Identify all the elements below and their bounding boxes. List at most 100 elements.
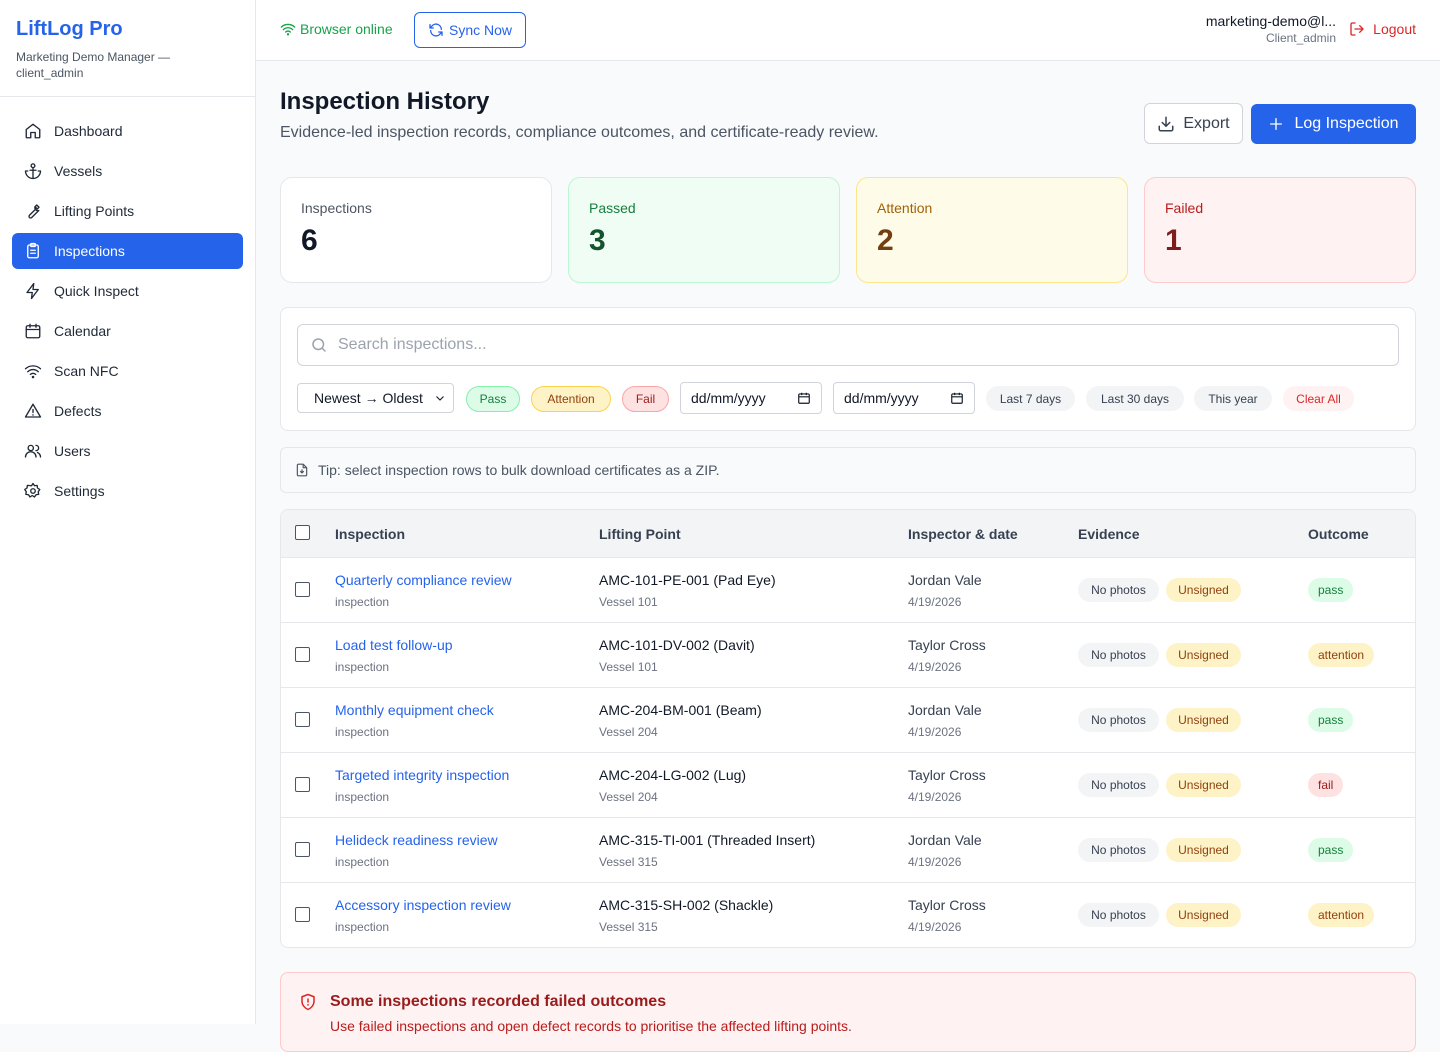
table-row[interactable]: Accessory inspection review inspection A…	[281, 883, 1415, 947]
outcome-badge: attention	[1308, 643, 1375, 667]
table-row[interactable]: Targeted integrity inspection inspection…	[281, 753, 1415, 818]
inspection-link[interactable]: Targeted integrity inspection	[335, 767, 509, 783]
wrench-icon	[28, 204, 40, 219]
lifting-point: AMC-315-TI-001 (Threaded Insert)	[599, 832, 816, 848]
vessel: Vessel 204	[599, 790, 658, 804]
connection-status: Browser online	[280, 21, 393, 37]
sidebar-item-label: Users	[54, 443, 91, 459]
signature-badge: Unsigned	[1166, 903, 1241, 927]
user-role: Client_admin	[1265, 31, 1336, 45]
bolt-icon	[26, 282, 39, 300]
inspection-date: 4/19/2026	[908, 790, 962, 804]
column-header-outcome[interactable]: Outcome	[1308, 526, 1369, 542]
inspection-type: inspection	[335, 855, 390, 869]
photos-badge: No photos	[1078, 838, 1159, 862]
sidebar-item-users[interactable]: Users	[12, 433, 243, 469]
lifting-point: AMC-315-SH-002 (Shackle)	[599, 897, 774, 913]
file-download-icon	[296, 463, 308, 477]
inspection-link[interactable]: Monthly equipment check	[335, 702, 494, 718]
row-checkbox[interactable]	[295, 842, 310, 857]
sidebar-item-dashboard[interactable]: Dashboard	[12, 113, 243, 149]
logout-button[interactable]: Logout	[1349, 21, 1416, 37]
sidebar-item-vessels[interactable]: Vessels	[12, 153, 243, 189]
row-checkbox[interactable]	[295, 777, 310, 792]
page-title: Inspection History	[280, 88, 490, 115]
filter-chip-attention[interactable]: Attention	[531, 386, 611, 412]
inspection-link[interactable]: Quarterly compliance review	[335, 572, 512, 588]
inspection-date: 4/19/2026	[908, 595, 962, 609]
outcome-badge: attention	[1308, 903, 1375, 927]
photos-badge: No photos	[1078, 578, 1159, 602]
calendar-icon[interactable]	[797, 391, 811, 405]
inspection-date: 4/19/2026	[908, 725, 962, 739]
export-button[interactable]: Export	[1144, 103, 1243, 144]
topbar: Browser online Sync Now marketing-demo@l…	[256, 0, 1440, 61]
sync-now-button[interactable]: Sync Now	[414, 12, 526, 48]
row-checkbox[interactable]	[295, 647, 310, 662]
sidebar-item-label: Scan NFC	[54, 363, 119, 379]
this-year-button[interactable]: This year	[1194, 386, 1272, 411]
stat-value: 3	[589, 224, 606, 257]
logout-label: Logout	[1373, 21, 1416, 37]
clear-all-button[interactable]: Clear All	[1283, 386, 1354, 411]
sidebar-item-label: Quick Inspect	[54, 283, 139, 299]
signature-badge: Unsigned	[1166, 578, 1241, 602]
column-header-lifting-point[interactable]: Lifting Point	[599, 526, 681, 542]
stat-card-passed: Passed 3	[568, 177, 840, 283]
inspection-link[interactable]: Helideck readiness review	[335, 832, 498, 848]
inspector: Taylor Cross	[908, 767, 986, 783]
stat-card-inspections: Inspections 6	[280, 177, 552, 283]
sidebar-item-defects[interactable]: Defects	[12, 393, 243, 429]
table-row[interactable]: Monthly equipment check inspection AMC-2…	[281, 688, 1415, 753]
inspection-link[interactable]: Accessory inspection review	[335, 897, 511, 913]
app-title[interactable]: LiftLog Pro	[16, 18, 239, 41]
date-to-input[interactable]: dd/mm/yyyy	[833, 382, 975, 414]
vessel: Vessel 315	[599, 855, 658, 869]
table-row[interactable]: Helideck readiness review inspection AMC…	[281, 818, 1415, 883]
vessel: Vessel 101	[599, 660, 658, 674]
column-header-inspection[interactable]: Inspection	[335, 526, 405, 542]
filter-chip-fail[interactable]: Fail	[622, 386, 669, 412]
search-icon	[312, 338, 326, 352]
sidebar-nav: Dashboard Vessels Lifting Points Inspect…	[0, 97, 255, 529]
search-box	[297, 324, 1399, 366]
download-icon	[1158, 116, 1174, 131]
vessel: Vessel 204	[599, 725, 658, 739]
wifi-icon	[280, 23, 296, 36]
table-row[interactable]: Quarterly compliance review inspection A…	[281, 558, 1415, 623]
sidebar-item-lifting-points[interactable]: Lifting Points	[12, 193, 243, 229]
sidebar-item-inspections[interactable]: Inspections	[12, 233, 243, 269]
sidebar-item-quick-inspect[interactable]: Quick Inspect	[12, 273, 243, 309]
logout-icon	[1350, 22, 1364, 36]
last-30-days-button[interactable]: Last 30 days	[1086, 386, 1184, 411]
sidebar-item-scan-nfc[interactable]: Scan NFC	[12, 353, 243, 389]
row-checkbox[interactable]	[295, 712, 310, 727]
filter-chip-pass[interactable]: Pass	[466, 386, 520, 412]
calendar-icon	[25, 323, 41, 339]
calendar-icon[interactable]	[950, 391, 964, 405]
filter-panel: Newest → Oldest Pass Attention Fail dd/m…	[280, 307, 1416, 431]
inspector: Taylor Cross	[908, 897, 986, 913]
date-from-input[interactable]: dd/mm/yyyy	[680, 382, 822, 414]
inspections-table: Inspection Lifting Point Inspector & dat…	[280, 509, 1416, 948]
inspection-link[interactable]: Load test follow-up	[335, 637, 453, 653]
outcome-badge: pass	[1308, 578, 1354, 602]
inspection-date: 4/19/2026	[908, 855, 962, 869]
sidebar-item-settings[interactable]: Settings	[12, 473, 243, 509]
row-checkbox[interactable]	[295, 907, 310, 922]
sidebar-item-calendar[interactable]: Calendar	[12, 313, 243, 349]
column-header-inspector-date[interactable]: Inspector & date	[908, 526, 1018, 542]
table-row[interactable]: Load test follow-up inspection AMC-101-D…	[281, 623, 1415, 688]
column-header-evidence[interactable]: Evidence	[1078, 526, 1139, 542]
inspector: Jordan Vale	[908, 832, 982, 848]
export-label: Export	[1183, 114, 1230, 132]
sort-select[interactable]: Newest → Oldest	[297, 383, 454, 413]
sidebar-item-label: Calendar	[54, 323, 111, 339]
row-checkbox[interactable]	[295, 582, 310, 597]
log-inspection-button[interactable]: Log Inspection	[1251, 104, 1416, 144]
inspection-type: inspection	[335, 660, 390, 674]
last-7-days-button[interactable]: Last 7 days	[986, 386, 1075, 411]
search-input[interactable]	[338, 336, 1338, 354]
select-all-checkbox[interactable]	[295, 525, 310, 540]
vessel: Vessel 101	[599, 595, 658, 609]
